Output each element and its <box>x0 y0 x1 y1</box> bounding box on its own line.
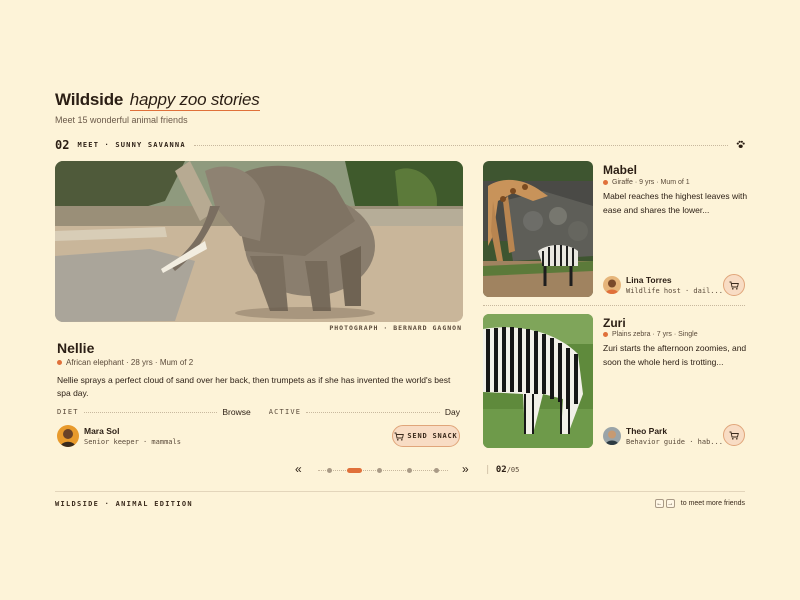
status-dot <box>57 360 62 365</box>
section-bar: 02 MEET · SUNNY SAVANNA <box>55 138 745 152</box>
page-header: Wildside happy zoo stories Meet 15 wonde… <box>55 90 260 125</box>
stat-value-diet: Browse <box>222 407 251 417</box>
avatar <box>57 425 79 447</box>
featured-description: Nellie sprays a perfect cloud of sand ov… <box>57 375 451 398</box>
page-current: 02 <box>495 465 507 475</box>
brand-name: Wildside <box>55 90 124 109</box>
avatar <box>603 427 621 445</box>
keeper-role: Senior keeper · mammals <box>84 438 181 446</box>
footer-hint: ← → to meet more friends <box>654 499 745 508</box>
stat-label-active: ACTIVE <box>268 408 302 416</box>
page-counter: | 02/05 <box>485 465 520 475</box>
mabel-description: Mabel reaches the highest leaves with ea… <box>603 191 748 215</box>
cart-icon <box>729 281 739 290</box>
stat-label-diet: DIET <box>57 408 79 416</box>
photo-credit: PHOTOGRAPH · BERNARD GAGNON <box>329 324 462 332</box>
featured-name: Nellie <box>57 340 95 356</box>
status-dot <box>603 332 608 337</box>
status-dot <box>603 180 608 185</box>
brand-tagline: happy zoo stories <box>129 90 260 111</box>
keeper-name: Lina Torres <box>626 275 672 285</box>
mabel-snack-button[interactable] <box>723 274 745 296</box>
pager-track <box>318 470 448 471</box>
send-snack-label: SEND SNACK <box>407 432 458 440</box>
zuri-snack-button[interactable] <box>723 424 745 446</box>
keeper-role: Behavior guide · hab... <box>626 438 723 446</box>
pager-dot-active[interactable] <box>347 468 362 473</box>
zebra-photo-icon <box>483 314 593 448</box>
right-arrow-key-icon[interactable]: → <box>665 499 675 508</box>
section-label: MEET · SUNNY SAVANNA <box>77 141 186 149</box>
mabel-name: Mabel <box>603 163 638 177</box>
keeper-name: Mara Sol <box>84 426 120 436</box>
footer-hint-text: to meet more friends <box>680 500 745 507</box>
pager-dot[interactable] <box>327 468 332 473</box>
cart-icon <box>729 431 739 440</box>
zuri-name: Zuri <box>603 316 626 330</box>
mabel-keeper[interactable]: Lina Torres Wildlife host · dail... <box>603 275 723 295</box>
zuri-meta-text: Plains zebra · 7 yrs · Single <box>612 331 698 338</box>
stat-value-active: Day <box>444 407 461 417</box>
avatar <box>603 276 621 294</box>
keeper-role: Wildlife host · dail... <box>626 287 723 295</box>
page-subtitle: Meet 15 wonderful animal friends <box>55 115 188 125</box>
keeper-name: Theo Park <box>626 426 668 436</box>
featured-photo[interactable] <box>55 161 463 322</box>
giraffe-photo-icon <box>483 161 593 297</box>
paw-icon <box>736 140 745 151</box>
section-number: 02 <box>55 138 70 152</box>
stat-divider <box>306 411 440 413</box>
card-divider <box>483 305 745 306</box>
mabel-meta: Giraffe · 9 yrs · Mum of 1 <box>603 179 690 186</box>
send-snack-button[interactable]: SEND SNACK <box>392 425 460 447</box>
pager-dot[interactable] <box>377 468 382 473</box>
featured-meta-text: African elephant · 28 yrs · Mum of 2 <box>66 358 194 367</box>
section-divider <box>193 144 728 146</box>
page-total: /05 <box>506 466 520 474</box>
featured-meta: African elephant · 28 yrs · Mum of 2 <box>57 358 193 367</box>
zuri-photo[interactable] <box>483 314 593 448</box>
featured-stats: DIET Browse ACTIVE Day <box>57 407 460 417</box>
zuri-keeper[interactable]: Theo Park Behavior guide · hab... <box>603 426 723 446</box>
pager-dot[interactable] <box>407 468 412 473</box>
zuri-meta: Plains zebra · 7 yrs · Single <box>603 331 698 338</box>
pager-dot[interactable] <box>434 468 439 473</box>
mabel-meta-text: Giraffe · 9 yrs · Mum of 1 <box>612 179 690 186</box>
elephant-photo-icon <box>55 161 463 322</box>
left-arrow-key-icon[interactable]: ← <box>654 499 664 508</box>
featured-keeper[interactable]: Mara Sol Senior keeper · mammals <box>57 425 181 447</box>
prev-button[interactable]: « <box>295 462 302 476</box>
page-title: Wildside happy zoo stories <box>55 90 260 111</box>
mabel-photo[interactable] <box>483 161 593 297</box>
footer-edition: WILDSIDE · ANIMAL EDITION <box>55 500 193 508</box>
stat-divider <box>83 411 218 413</box>
footer-divider <box>55 491 745 492</box>
cart-icon <box>394 432 405 441</box>
next-button[interactable]: » <box>462 462 469 476</box>
zuri-description: Zuri starts the afternoon zoomies, and s… <box>603 343 747 367</box>
